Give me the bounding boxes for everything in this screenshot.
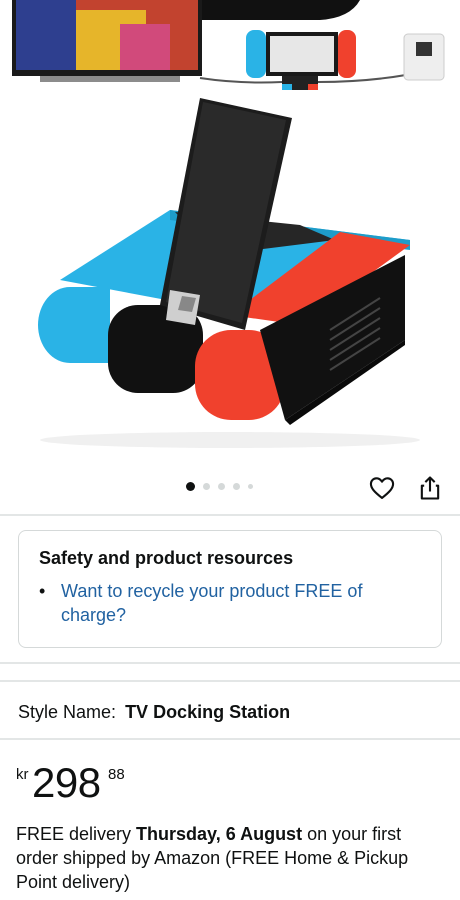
divider — [0, 514, 460, 516]
style-name-value: TV Docking Station — [125, 702, 291, 722]
delivery-date: Thursday, 6 August — [136, 824, 303, 844]
image-pagination[interactable] — [186, 482, 253, 491]
delivery-info: FREE delivery Thursday, 6 August on your… — [16, 822, 436, 894]
divider — [0, 662, 460, 664]
pagination-dot-3[interactable] — [218, 483, 225, 490]
recycle-link[interactable]: Want to recycle your product FREE of cha… — [61, 579, 391, 627]
product-illustration — [12, 0, 445, 448]
share-icon[interactable] — [416, 474, 444, 502]
safety-list: • Want to recycle your product FREE of c… — [39, 579, 423, 627]
gallery-controls — [0, 470, 460, 510]
style-name-row: Style Name: TV Docking Station — [18, 700, 290, 724]
safety-resources-card: Safety and product resources • Want to r… — [18, 530, 442, 648]
safety-title: Safety and product resources — [39, 548, 294, 568]
pagination-dot-4[interactable] — [233, 483, 240, 490]
pagination-dot-5[interactable] — [248, 484, 253, 489]
pagination-dot-2[interactable] — [203, 483, 210, 490]
divider — [0, 738, 460, 740]
divider — [0, 680, 460, 682]
heart-icon[interactable] — [368, 474, 396, 502]
style-name-label: Style Name: — [18, 702, 117, 722]
bullet-icon: • — [39, 581, 46, 601]
delivery-prefix: FREE delivery — [16, 824, 137, 844]
price-currency: kr — [16, 766, 29, 783]
product-image[interactable] — [0, 0, 460, 470]
price-fraction: 88 — [108, 766, 125, 783]
price-whole: 298 — [32, 759, 101, 806]
pagination-dot-1[interactable] — [186, 482, 195, 491]
